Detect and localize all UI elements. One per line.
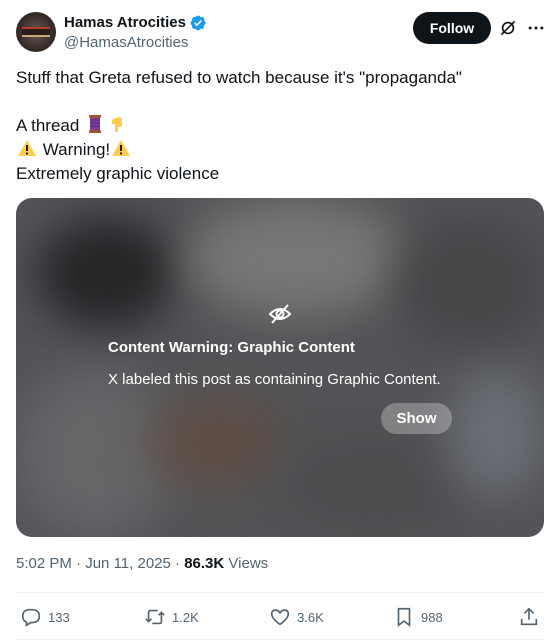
bookmark-count: 988 (421, 609, 443, 625)
tweet-text: Stuff that Greta refused to watch becaus… (16, 66, 544, 186)
grok-icon[interactable] (498, 18, 518, 38)
tweet-date[interactable]: Jun 11, 2025 (85, 555, 171, 572)
author-block: Hamas Atrocities @HamasAtrocities (64, 13, 207, 53)
author-handle[interactable]: @HamasAtrocities (64, 33, 207, 53)
action-bar: 133 1.2K 3.6K 988 (16, 604, 544, 630)
share-button[interactable] (518, 604, 546, 630)
repost-icon (145, 609, 165, 625)
reply-icon (21, 608, 41, 627)
avatar-image (22, 27, 50, 37)
content-warning-text: X labeled this post as containing Graphi… (108, 371, 441, 388)
share-icon (520, 607, 538, 626)
thread-spool-icon (89, 115, 102, 133)
eye-slash-icon (268, 304, 292, 324)
content-warning-title: Content Warning: Graphic Content (108, 339, 355, 356)
views-label: Views (228, 555, 269, 572)
bookmark-icon (397, 607, 411, 627)
meta-separator: · (76, 555, 82, 572)
warning-sign-icon-2 (112, 140, 131, 156)
divider-bottom (16, 639, 544, 640)
thread-text: A thread (16, 116, 80, 135)
tweet-meta: 5:02 PM · Jun 11, 2025 · 86.3K Views (16, 554, 268, 574)
reply-button[interactable]: 133 (20, 604, 70, 630)
more-options-icon[interactable] (526, 18, 546, 38)
repost-button[interactable]: 1.2K (144, 604, 199, 630)
media-warning-card[interactable]: Content Warning: Graphic Content X label… (16, 198, 544, 537)
follow-button[interactable]: Follow (413, 12, 491, 44)
reply-count: 133 (48, 609, 70, 625)
pointing-down-icon (111, 117, 123, 132)
views-count[interactable]: 86.3K (184, 555, 224, 572)
tweet-header: Hamas Atrocities @HamasAtrocities Follow (16, 12, 544, 56)
tweet-line-3: Warning! (16, 138, 544, 162)
tweet-line-1: Stuff that Greta refused to watch becaus… (16, 68, 462, 87)
tweet-time[interactable]: 5:02 PM (16, 555, 72, 572)
avatar[interactable] (16, 12, 56, 52)
author-display-name[interactable]: Hamas Atrocities (64, 13, 186, 33)
tweet-line-4: Extremely graphic violence (16, 164, 220, 183)
divider-top (16, 592, 544, 593)
warning-sign-icon (18, 140, 36, 156)
media-overlay (16, 198, 544, 537)
repost-count: 1.2K (172, 609, 199, 625)
show-media-button[interactable]: Show (381, 403, 452, 434)
tweet-line-2: A thread (16, 114, 544, 138)
bookmark-button[interactable]: 988 (393, 604, 443, 630)
meta-separator-2: · (175, 555, 181, 572)
warning-text: Warning! (42, 140, 111, 159)
like-button[interactable]: 3.6K (269, 604, 324, 630)
heart-icon (270, 609, 290, 626)
like-count: 3.6K (297, 609, 324, 625)
verified-badge-icon[interactable] (189, 14, 207, 32)
